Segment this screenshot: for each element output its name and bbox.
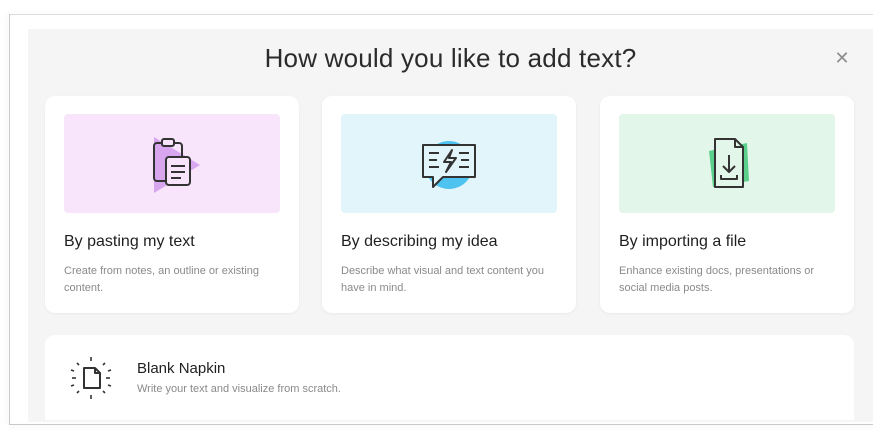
option-blank-napkin[interactable]: Blank Napkin Write your text and visuali… (45, 335, 854, 420)
window-edge-bottom (9, 424, 873, 425)
dialog-title: How would you like to add text? (264, 43, 637, 73)
blank-page-sparkle-icon (70, 357, 112, 399)
option-import-file[interactable]: By importing a file Enhance existing doc… (600, 96, 854, 313)
option-describe-idea[interactable]: By describing my idea Describe what visu… (322, 96, 576, 313)
option-title: By pasting my text (64, 233, 195, 250)
window-edge-left (9, 14, 10, 424)
blank-napkin-description: Write your text and visualize from scrat… (137, 383, 341, 395)
option-title: By importing a file (619, 233, 747, 250)
option-description: Enhance existing docs, presentations or … (619, 265, 815, 294)
close-icon[interactable]: ✕ (833, 49, 851, 67)
window-edge-top (9, 14, 873, 15)
option-title: By describing my idea (341, 233, 498, 250)
blank-napkin-title: Blank Napkin (137, 360, 226, 377)
screenshot-canvas: How would you like to add text? ✕ By pas… (0, 0, 873, 435)
add-text-dialog: How would you like to add text? ✕ By pas… (28, 29, 873, 422)
option-paste-text[interactable]: By pasting my text Create from notes, an… (45, 96, 299, 313)
clipboard-paste-icon (153, 136, 200, 193)
describe-illustration (341, 114, 557, 213)
file-import-icon (709, 137, 749, 188)
option-description: Describe what visual and text content yo… (341, 265, 545, 294)
import-illustration (619, 114, 835, 213)
option-description: Create from notes, an outline or existin… (64, 265, 260, 294)
paste-illustration (64, 114, 280, 213)
idea-speech-bubble-icon (422, 140, 476, 189)
